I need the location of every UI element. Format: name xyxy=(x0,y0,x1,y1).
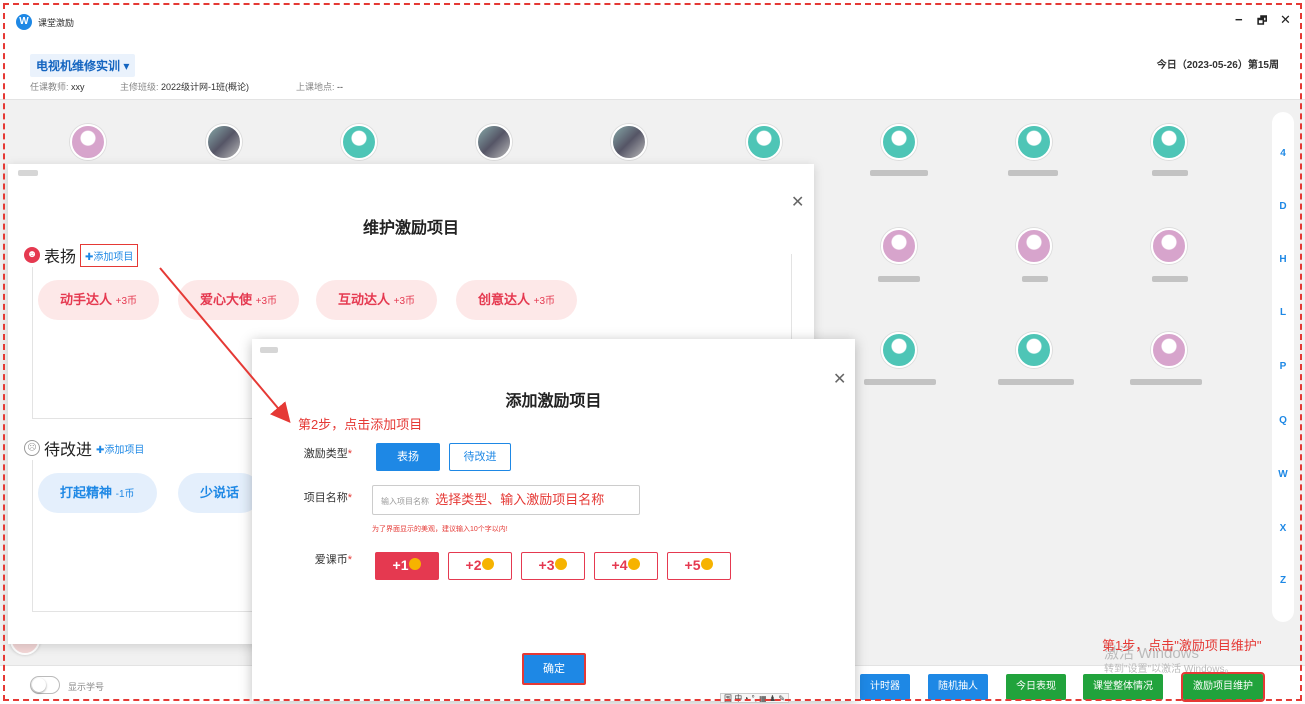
today-performance-button[interactable]: 今日表现 xyxy=(1006,674,1066,700)
name-tip: 为了界面显示的美观，建议输入10个字以内! xyxy=(372,526,508,533)
smile-icon: ☻ xyxy=(24,247,40,263)
add-improve-item-link[interactable]: ✚添加项目 xyxy=(96,441,144,456)
letter-index-item[interactable]: L xyxy=(1272,307,1294,318)
student-avatar[interactable] xyxy=(1151,124,1187,160)
confirm-button[interactable]: 确定 xyxy=(522,653,586,685)
letter-index-item[interactable]: X xyxy=(1272,523,1294,534)
name-label: 项目名称* xyxy=(303,492,352,504)
course-header: 电视机维修实训 ▾ 任课教师: xxy 主修班级: 2022级计网-1班(概论)… xyxy=(0,44,1305,100)
letter-index-item[interactable]: Z xyxy=(1272,575,1294,586)
improve-item[interactable]: 少说话 xyxy=(178,473,262,513)
student-name-blurred xyxy=(878,276,920,282)
incentive-maintain-button[interactable]: 激励项目维护 xyxy=(1181,672,1265,702)
student-avatar[interactable] xyxy=(1151,332,1187,368)
student-name-blurred xyxy=(1008,170,1058,176)
title-bar: W 课堂激励 − 🗗 ✕ xyxy=(0,0,1305,44)
letter-index-item[interactable]: 4 xyxy=(1272,148,1294,159)
student-avatar[interactable] xyxy=(746,124,782,160)
coin-label: 爱课币* xyxy=(314,554,352,566)
praise-item[interactable]: 创意达人 +3币 xyxy=(456,280,578,320)
letter-index-item[interactable]: P xyxy=(1272,361,1294,372)
coin-icon xyxy=(482,558,495,571)
step2-annotation: 第2步，点击添加项目 xyxy=(298,417,423,432)
coin-icon xyxy=(409,558,422,571)
minimize-button[interactable]: − xyxy=(1235,12,1243,27)
close-icon[interactable]: ✕ xyxy=(791,192,804,212)
student-avatar[interactable] xyxy=(476,124,512,160)
student-avatar[interactable] xyxy=(1016,124,1052,160)
type-label: 激励类型* xyxy=(303,448,352,460)
toggle-label: 显示学号 xyxy=(68,682,105,692)
timer-button[interactable]: 计时器 xyxy=(860,674,910,700)
class-info: 主修班级: 2022级计网-1班(概论) xyxy=(120,82,250,92)
student-avatar[interactable] xyxy=(1016,332,1052,368)
letter-index-item[interactable]: W xyxy=(1272,469,1294,480)
coin-option-2[interactable]: +2 xyxy=(448,552,512,580)
student-avatar[interactable] xyxy=(881,332,917,368)
praise-item[interactable]: 互动达人 +3币 xyxy=(316,280,438,320)
dialog-header-blurred xyxy=(260,347,278,353)
praise-header: ☻ 表扬 ✚添加项目 xyxy=(24,243,145,267)
place-info: 上课地点: -- xyxy=(296,82,344,92)
coin-option-4[interactable]: +4 xyxy=(594,552,658,580)
letter-index-item[interactable]: D xyxy=(1272,201,1294,212)
input-hint-annotation: 选择类型、输入激励项目名称 xyxy=(435,492,605,507)
letter-index-item[interactable]: H xyxy=(1272,254,1294,265)
coin-option-5[interactable]: +5 xyxy=(667,552,731,580)
student-avatar[interactable] xyxy=(206,124,242,160)
type-praise-button[interactable]: 表扬 xyxy=(376,443,440,471)
student-avatar[interactable] xyxy=(611,124,647,160)
student-name-blurred xyxy=(1152,170,1188,176)
student-name-blurred xyxy=(1022,276,1048,282)
activation-watermark-sub: 转到"设置"以激活 Windows。 xyxy=(1104,664,1235,675)
dialog-title: 添加激励项目 xyxy=(505,393,602,410)
improve-item[interactable]: 打起精神 -1币 xyxy=(38,473,157,513)
item-name-input[interactable]: 输入项目名称 选择类型、输入激励项目名称 xyxy=(372,485,640,515)
app-logo-icon: W xyxy=(16,14,32,30)
improve-header: ☹ 待改进 ✚添加项目 xyxy=(24,436,151,460)
student-avatar[interactable] xyxy=(70,124,106,160)
coin-icon xyxy=(628,558,641,571)
student-avatar[interactable] xyxy=(341,124,377,160)
type-improve-button[interactable]: 待改进 xyxy=(449,443,511,471)
class-overview-button[interactable]: 课堂整体情况 xyxy=(1083,674,1163,700)
letter-index-item[interactable]: Q xyxy=(1272,415,1294,426)
course-selector[interactable]: 电视机维修实训 ▾ xyxy=(30,54,136,77)
student-avatar[interactable] xyxy=(881,228,917,264)
student-avatar[interactable] xyxy=(881,124,917,160)
close-icon[interactable]: ✕ xyxy=(833,369,846,389)
coin-option-1[interactable]: +1 xyxy=(375,552,439,580)
dialog-header-blurred xyxy=(18,170,38,176)
letter-index: 4 D H L P Q W X Z xyxy=(1272,112,1294,622)
student-name-blurred xyxy=(1130,379,1202,385)
praise-item[interactable]: 动手达人 +3币 xyxy=(38,280,160,320)
add-incentive-dialog: ✕ 添加激励项目 第2步，点击添加项目 激励类型* 表扬 待改进 项目名称* 输… xyxy=(252,339,855,703)
step1-annotation: 第1步，点击"激励项目维护" xyxy=(1102,638,1262,653)
window-title: 课堂激励 xyxy=(38,18,75,28)
random-pick-button[interactable]: 随机抽人 xyxy=(928,674,988,700)
student-avatar[interactable] xyxy=(1151,228,1187,264)
coin-icon xyxy=(701,558,714,571)
today-date: 今日（2023-05-26）第15周 xyxy=(1156,60,1279,71)
ime-toolbar[interactable]: 国 中 ◗ °, ▦ ♟ ✎ xyxy=(720,693,790,703)
praise-item[interactable]: 爱心大使 +3币 xyxy=(178,280,300,320)
student-name-blurred xyxy=(864,379,936,385)
student-name-blurred xyxy=(1152,276,1188,282)
frown-icon: ☹ xyxy=(24,440,40,456)
student-name-blurred xyxy=(998,379,1074,385)
close-button[interactable]: ✕ xyxy=(1280,12,1291,28)
student-name-blurred xyxy=(870,170,928,176)
restore-button[interactable]: 🗗 xyxy=(1257,12,1267,31)
student-avatar[interactable] xyxy=(1016,228,1052,264)
teacher-info: 任课教师: xxy xyxy=(30,82,85,92)
show-student-id-toggle[interactable] xyxy=(30,676,60,694)
dialog-title: 维护激励项目 xyxy=(362,220,459,237)
coin-icon xyxy=(555,558,568,571)
coin-option-3[interactable]: +3 xyxy=(521,552,585,580)
add-praise-item-link[interactable]: ✚添加项目 xyxy=(80,243,139,267)
